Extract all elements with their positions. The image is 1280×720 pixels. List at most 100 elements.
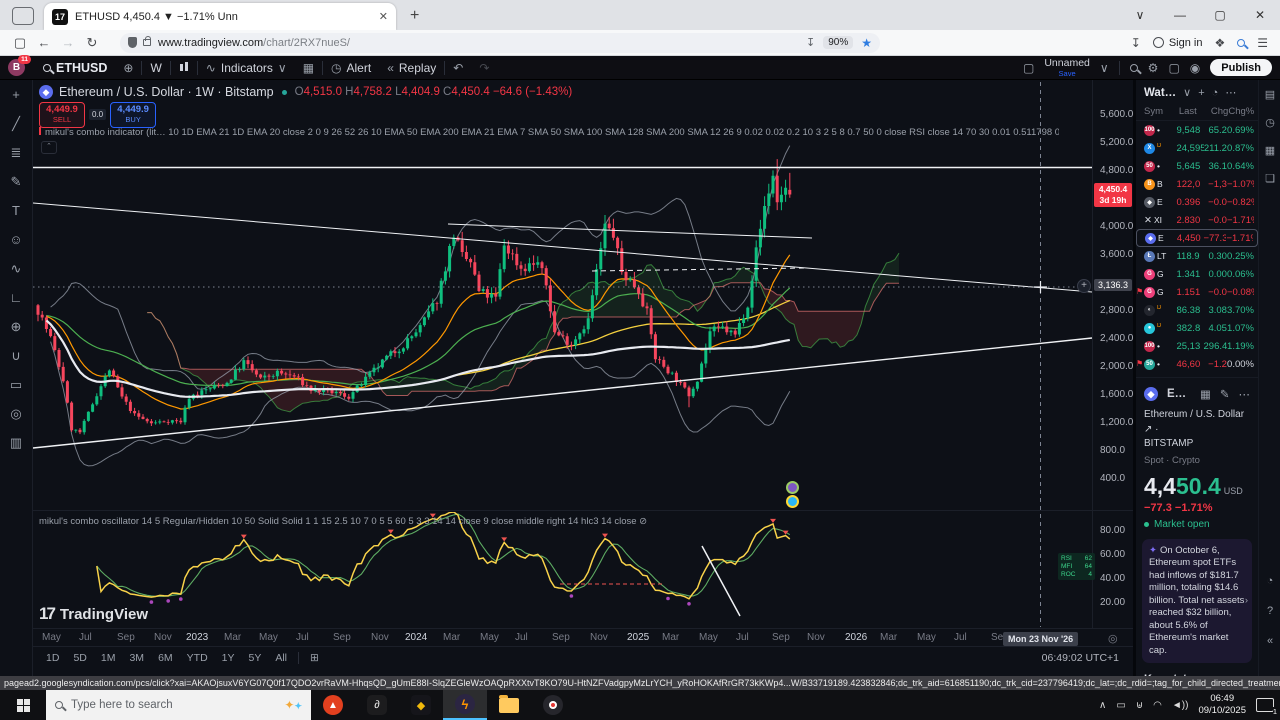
data-window-icon[interactable]: ▦	[1263, 144, 1277, 157]
time-axis-label[interactable]: May	[917, 632, 936, 643]
add-symbol-icon[interactable]: +	[1198, 87, 1204, 99]
extensions-icon[interactable]: ❖	[1214, 36, 1225, 50]
news-card[interactable]: ✦ On October 6, Ethereum spot ETFs had in…	[1142, 538, 1252, 664]
watchlist-row[interactable]: ⚑GG1.151−0.0−0.08%	[1136, 283, 1258, 301]
range-button-1y[interactable]: 1Y	[215, 652, 242, 664]
time-axis-label[interactable]: Nov	[371, 632, 389, 643]
watchlist-row[interactable]: ✕XI2.830−0.0−1.71%	[1136, 211, 1258, 229]
interval-button[interactable]: W	[142, 56, 169, 79]
time-axis-label[interactable]: Nov	[590, 632, 608, 643]
maximize-icon[interactable]: ▢	[1200, 0, 1240, 30]
watchlist-title[interactable]: Wat…	[1144, 87, 1176, 99]
watchlist-row[interactable]: ● D 382.8 4.05 1.07%	[1136, 319, 1258, 337]
taskbar-app-explorer[interactable]	[487, 690, 531, 720]
layout-name[interactable]: Unnamed Save	[1044, 58, 1090, 77]
forward-icon[interactable]: →	[56, 35, 80, 50]
taskbar-app-firefox[interactable]: ϟ	[443, 690, 487, 720]
time-axis-label[interactable]: Sep	[772, 632, 790, 643]
fib-tool-icon[interactable]: ≣	[5, 145, 27, 161]
undo-icon[interactable]: ↶	[445, 56, 471, 79]
bookmark-star-icon[interactable]: ★	[861, 36, 872, 50]
compose-icon[interactable]: ✎	[1220, 387, 1230, 401]
recent-icon[interactable]: ◔	[1212, 87, 1219, 99]
trendline-tool-icon[interactable]: ╱	[5, 116, 27, 132]
range-button-6m[interactable]: 6M	[151, 652, 180, 664]
time-axis-label[interactable]: Sep	[117, 632, 135, 643]
import-icon[interactable]: ▢	[8, 35, 32, 51]
watchlist-row[interactable]: ⚑ 50 • 46,60 −1.2 0.00%	[1136, 355, 1258, 373]
help-icon[interactable]: ?	[1263, 605, 1277, 617]
fullscreen-icon[interactable]: ▢	[1168, 61, 1179, 75]
display-icon[interactable]: ▭	[1116, 700, 1125, 711]
time-axis-label[interactable]: Mar	[880, 632, 897, 643]
copilot-icon[interactable]: ✦✦	[284, 698, 302, 712]
chat-panel-icon[interactable]: ❏	[1263, 172, 1277, 185]
quick-search-icon[interactable]	[1129, 63, 1138, 72]
measure-tool-icon[interactable]: ∟	[5, 290, 27, 306]
microphone-icon[interactable]: ⊎	[1136, 700, 1143, 711]
compare-symbol-icon[interactable]: ⊕	[115, 56, 141, 79]
redo-icon[interactable]: ↷	[471, 56, 497, 79]
watchlist-row[interactable]: ◐ D 86.38 3.08 3.70%	[1136, 301, 1258, 319]
oscillator-legend[interactable]: mikul's combo oscillator 14 5 Regular/Hi…	[39, 516, 1059, 527]
time-axis-label[interactable]: 2023	[186, 632, 208, 643]
back-icon[interactable]: ←	[32, 35, 56, 50]
indicators-button[interactable]: ∿ Indicators ∨	[198, 56, 295, 79]
column-header[interactable]: Sym	[1144, 106, 1179, 117]
watchlist-row[interactable]: 50 • 5,645 36.1 0.64%	[1136, 157, 1258, 175]
clock-utc[interactable]: 06:49:02 UTC+1	[1042, 652, 1119, 664]
address-bar[interactable]: www.tradingview.com /chart/2RX7nueS/ ↧ 9…	[120, 32, 880, 53]
close-window-icon[interactable]: ✕	[1240, 0, 1280, 30]
chart-style-icon[interactable]	[171, 56, 197, 79]
taskbar-app-binance[interactable]: ◆	[399, 690, 443, 720]
time-axis-label[interactable]: Jul	[296, 632, 309, 643]
sticker-icon[interactable]	[786, 481, 799, 494]
chevron-down-icon[interactable]: ∨	[1183, 86, 1191, 99]
time-axis-label[interactable]: May	[42, 632, 61, 643]
symbol-detail-title[interactable]: E…	[1167, 388, 1186, 400]
tracking-shield-icon[interactable]	[128, 37, 137, 48]
layout-select-icon[interactable]: ▢	[1023, 61, 1034, 75]
user-avatar[interactable]: B 11	[8, 55, 31, 76]
hide-drawings-tool-icon[interactable]: ◎	[5, 406, 27, 422]
time-axis-label[interactable]: Nov	[154, 632, 172, 643]
indicator-templates-icon[interactable]: ▦	[295, 56, 322, 79]
column-header[interactable]: Last	[1179, 106, 1207, 117]
brush-tool-icon[interactable]: ✎	[5, 174, 27, 190]
taskbar-app-brave[interactable]: ▲	[311, 690, 355, 720]
watchlist-row[interactable]: ◆E4,450−77.3−1.71%	[1136, 229, 1258, 247]
watchlist-row[interactable]: X D 24,595 211.2 0.87%	[1136, 139, 1258, 157]
column-header[interactable]: Chg%	[1228, 106, 1254, 117]
column-header[interactable]: Chg	[1206, 106, 1228, 117]
watchlist-row[interactable]: Ł LT 118.9 0.30 0.25%	[1136, 247, 1258, 265]
chart-legend[interactable]: ◆ Ethereum / U.S. Dollar · 1W · Bitstamp…	[39, 85, 572, 99]
indicator-legend[interactable]: mikul's combo indicator (lit… 10 1D EMA …	[39, 127, 1059, 138]
time-axis-label[interactable]: Jul	[515, 632, 528, 643]
alerts-panel-icon[interactable]: ◷	[1263, 116, 1277, 129]
range-button-3m[interactable]: 3M	[122, 652, 151, 664]
tray-chevron-icon[interactable]: ∧	[1099, 700, 1106, 711]
magnet-tool-icon[interactable]: ∪	[5, 348, 27, 364]
legend-title[interactable]: Ethereum / U.S. Dollar · 1W · Bitstamp	[59, 85, 274, 99]
new-tab-button[interactable]: +	[410, 7, 419, 25]
time-axis-label[interactable]: Sep	[552, 632, 570, 643]
remove-icon[interactable]: ✕	[1144, 215, 1152, 226]
symbol-full-name[interactable]: Ethereum / U.S. Dollar ↗ · BITSTAMP	[1136, 406, 1258, 454]
kebab-menu-icon[interactable]: ⋯	[1225, 86, 1236, 99]
time-axis-label[interactable]: Mar	[662, 632, 679, 643]
time-axis-label[interactable]: May	[699, 632, 718, 643]
lock-icon[interactable]	[143, 36, 151, 46]
taskbar-app-media[interactable]	[531, 690, 575, 720]
start-button[interactable]	[0, 690, 46, 720]
emoji-tool-icon[interactable]: ☺	[5, 232, 27, 248]
tab-list-icon[interactable]: ∨	[1120, 0, 1160, 30]
pattern-tool-icon[interactable]: ∿	[5, 261, 27, 277]
go-to-date-icon[interactable]: ⊞	[303, 652, 326, 664]
go-to-realtime-icon[interactable]: ◎	[1108, 632, 1118, 645]
time-axis[interactable]: May Jul Sep Nov 2023 Mar May Jul Sep Nov 2024 Mar Ma…	[33, 628, 1133, 646]
grid-icon[interactable]: ▦	[1200, 387, 1211, 401]
volume-icon[interactable]: ◄))	[1172, 700, 1189, 711]
watchlist-row[interactable]: 100 • 9,548 65.2 0.69%	[1136, 121, 1258, 139]
save-page-icon[interactable]: ↧	[806, 36, 815, 49]
collapse-icon[interactable]: «	[1263, 635, 1277, 647]
